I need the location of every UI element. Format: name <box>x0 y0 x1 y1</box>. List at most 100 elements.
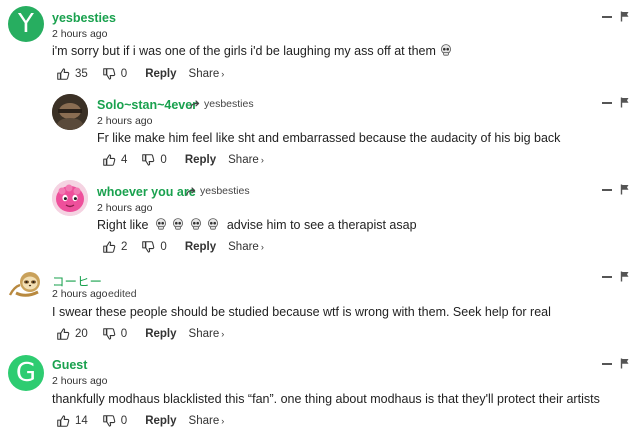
share-button[interactable]: Share › <box>189 68 225 80</box>
comment-text-body: i'm sorry but if i was one of the girls … <box>52 44 436 58</box>
thumbs-up-icon <box>56 67 70 81</box>
collapse-button[interactable] <box>602 102 612 104</box>
share-label: Share <box>228 154 259 166</box>
reply-arrow-icon <box>190 100 201 109</box>
like-count: 35 <box>75 68 88 80</box>
avatar[interactable] <box>6 265 44 303</box>
flag-icon[interactable] <box>620 184 630 195</box>
comment-author[interactable]: Guest <box>52 358 87 372</box>
skull-emoji-icon <box>190 218 202 230</box>
share-button[interactable]: Share › <box>189 328 225 340</box>
thumbs-up-icon <box>102 240 116 254</box>
skull-emoji-icon <box>155 218 167 230</box>
avatar-photo <box>52 94 88 130</box>
dislike-button[interactable]: 0 <box>141 240 167 254</box>
avatar[interactable] <box>52 180 88 216</box>
collapse-button[interactable] <box>602 363 612 365</box>
avatar[interactable]: Y <box>8 6 44 42</box>
reply-button[interactable]: Reply <box>145 68 176 80</box>
reply-arrow-icon <box>186 187 197 196</box>
comment-time: 2 hours ago <box>97 202 153 214</box>
like-count: 4 <box>121 154 128 166</box>
dislike-count: 0 <box>120 415 128 427</box>
chevron-right-icon: › <box>221 416 225 426</box>
comment-time: 2 hours ago <box>52 28 108 40</box>
comment-actions: 20 0 Reply Share › <box>56 327 224 341</box>
avatar-photo <box>52 180 88 216</box>
like-button[interactable]: 4 <box>102 153 127 167</box>
comment-text-prefix: Right like <box>97 218 149 232</box>
reply-to[interactable]: yesbesties <box>186 185 250 197</box>
dislike-button[interactable]: 0 <box>102 414 127 428</box>
thumbs-down-icon <box>102 414 116 428</box>
avatar-letter: Y <box>18 9 34 39</box>
dislike-button[interactable]: 0 <box>141 153 167 167</box>
collapse-button[interactable] <box>602 276 612 278</box>
like-button[interactable]: 20 <box>56 327 88 341</box>
share-button[interactable]: Share › <box>228 154 264 166</box>
reply-button[interactable]: Reply <box>145 415 176 427</box>
comment-text-suffix: advise him to see a therapist asap <box>226 218 417 232</box>
thumbs-up-icon <box>102 153 116 167</box>
avatar-letter: G <box>15 358 37 388</box>
dislike-count: 0 <box>160 241 167 253</box>
like-button[interactable]: 2 <box>102 240 127 254</box>
dislike-count: 0 <box>160 154 167 166</box>
flag-icon[interactable] <box>620 358 630 369</box>
chevron-right-icon: › <box>260 242 264 252</box>
comment-time: 2 hours ago <box>52 375 108 387</box>
comment-actions: 14 0 Reply Share › <box>56 414 224 428</box>
avatar-sloth <box>8 272 40 297</box>
avatar[interactable]: G <box>8 355 44 391</box>
comment-text: thankfully modhaus blacklisted this “fan… <box>52 392 600 406</box>
comment-text: i'm sorry but if i was one of the girls … <box>52 44 453 58</box>
flag-icon[interactable] <box>620 97 630 108</box>
reply-to-name: yesbesties <box>200 185 250 197</box>
comment: コーヒー 2 hours ago edited I swear these pe… <box>0 261 640 348</box>
comment-actions: 4 0 Reply Share › <box>102 153 264 167</box>
collapse-button[interactable] <box>602 189 612 191</box>
comment-reply: whoever you are yesbesties 2 hours ago R… <box>0 174 640 261</box>
comment-author[interactable]: whoever you are <box>97 185 196 199</box>
chevron-right-icon: › <box>260 155 264 165</box>
comment-text: I swear these people should be studied b… <box>52 305 551 319</box>
flag-icon[interactable] <box>620 11 630 22</box>
comment-text: Fr like make him feel like sht and embar… <box>97 131 561 145</box>
avatar[interactable] <box>52 94 88 130</box>
thumbs-down-icon <box>102 67 116 81</box>
thumbs-down-icon <box>141 153 155 167</box>
collapse-button[interactable] <box>602 16 612 18</box>
share-button[interactable]: Share › <box>228 241 264 253</box>
comment-actions: 2 0 Reply Share › <box>102 240 264 254</box>
comment-text: Right like advise him to see a therapist… <box>97 218 417 232</box>
reply-to-name: yesbesties <box>204 98 254 110</box>
share-label: Share <box>188 415 220 427</box>
dislike-button[interactable]: 0 <box>102 67 127 81</box>
reply-button[interactable]: Reply <box>185 241 216 253</box>
chevron-right-icon: › <box>221 329 225 339</box>
reply-button[interactable]: Reply <box>185 154 216 166</box>
share-button[interactable]: Share › <box>189 415 225 427</box>
thumbs-down-icon <box>102 327 116 341</box>
comment-author[interactable]: Solo~stan~4ever <box>97 98 197 112</box>
share-label: Share <box>228 241 259 253</box>
flag-icon[interactable] <box>620 271 630 282</box>
like-button[interactable]: 35 <box>56 67 88 81</box>
share-label: Share <box>188 68 220 80</box>
skull-emoji-icon <box>440 44 452 56</box>
comment: G Guest 2 hours ago thankfully modhaus b… <box>0 348 640 437</box>
skull-emoji-icon <box>172 218 184 230</box>
dislike-count: 0 <box>120 328 128 340</box>
like-count: 14 <box>75 415 88 427</box>
share-label: Share <box>188 328 220 340</box>
reply-button[interactable]: Reply <box>145 328 176 340</box>
chevron-right-icon: › <box>221 69 225 79</box>
dislike-button[interactable]: 0 <box>102 327 127 341</box>
like-count: 20 <box>75 328 88 340</box>
comment-reply: Solo~stan~4ever yesbesties 2 hours ago F… <box>0 87 640 174</box>
reply-to[interactable]: yesbesties <box>190 98 254 110</box>
like-button[interactable]: 14 <box>56 414 88 428</box>
thumbs-up-icon <box>56 327 70 341</box>
comment-author[interactable]: yesbesties <box>52 11 116 25</box>
comment-actions: 35 0 Reply Share › <box>56 67 224 81</box>
